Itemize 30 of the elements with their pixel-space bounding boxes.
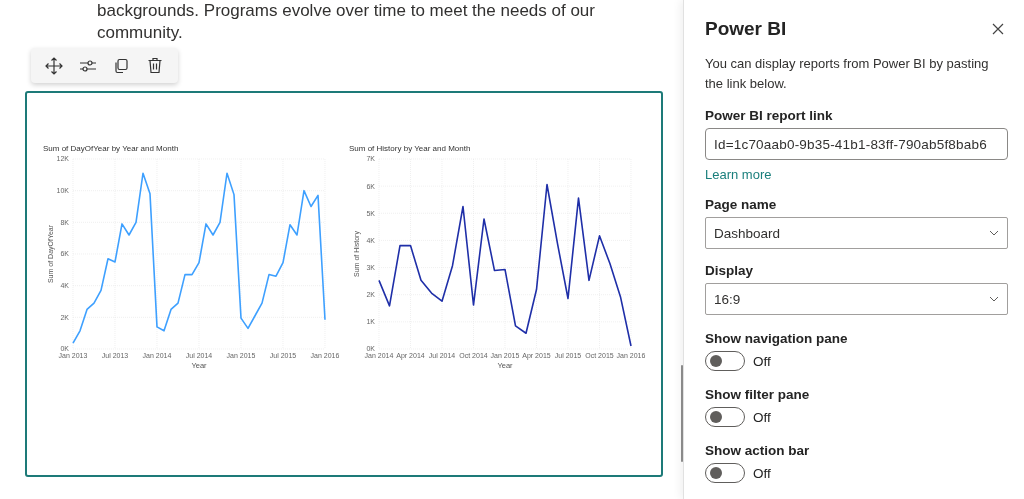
panel-description: You can display reports from Power BI by pasting the link below. (705, 55, 990, 93)
toggle-state: Off (753, 353, 771, 369)
move-icon (44, 56, 63, 75)
display-dropdown[interactable]: 16:9 (705, 283, 1008, 315)
toggle-switch[interactable] (705, 351, 745, 371)
toggle-switch[interactable] (705, 407, 745, 427)
toggle-label: Show action bar (705, 443, 811, 458)
toggle-state: Off (753, 409, 771, 425)
scrollbar[interactable] (681, 365, 683, 462)
report-link-field[interactable]: Id=1c70aab0-9b35-41b1-83ff-790ab5f8bab6 (705, 128, 1008, 160)
close-icon (992, 23, 1004, 35)
panel-title: Power BI (705, 18, 787, 40)
page-name-dropdown[interactable]: Dashboard (705, 217, 1008, 249)
chevron-down-icon (989, 230, 999, 236)
toggle-state: Off (753, 465, 771, 481)
toggle-label: Show navigation pane (705, 331, 849, 346)
field-label: Power BI report link (705, 108, 834, 123)
chart-title: Sum of History by Year and Month (349, 144, 471, 153)
sliders-icon (78, 58, 97, 73)
close-button[interactable] (990, 21, 1006, 37)
trash-icon (147, 57, 164, 74)
toggle-label: Show filter pane (705, 387, 811, 402)
toggle-switch[interactable] (705, 463, 745, 483)
chart-title: Sum of DayOfYear by Year and Month (43, 144, 179, 153)
learn-more-link[interactable]: Learn more (705, 167, 772, 182)
copy-icon (113, 57, 130, 74)
chevron-down-icon (989, 296, 999, 302)
body-paragraph: backgrounds. Programs evolve over time to meet the needs of our community. (97, 0, 596, 44)
field-label: Display (705, 263, 755, 278)
field-label: Page name (705, 197, 778, 212)
